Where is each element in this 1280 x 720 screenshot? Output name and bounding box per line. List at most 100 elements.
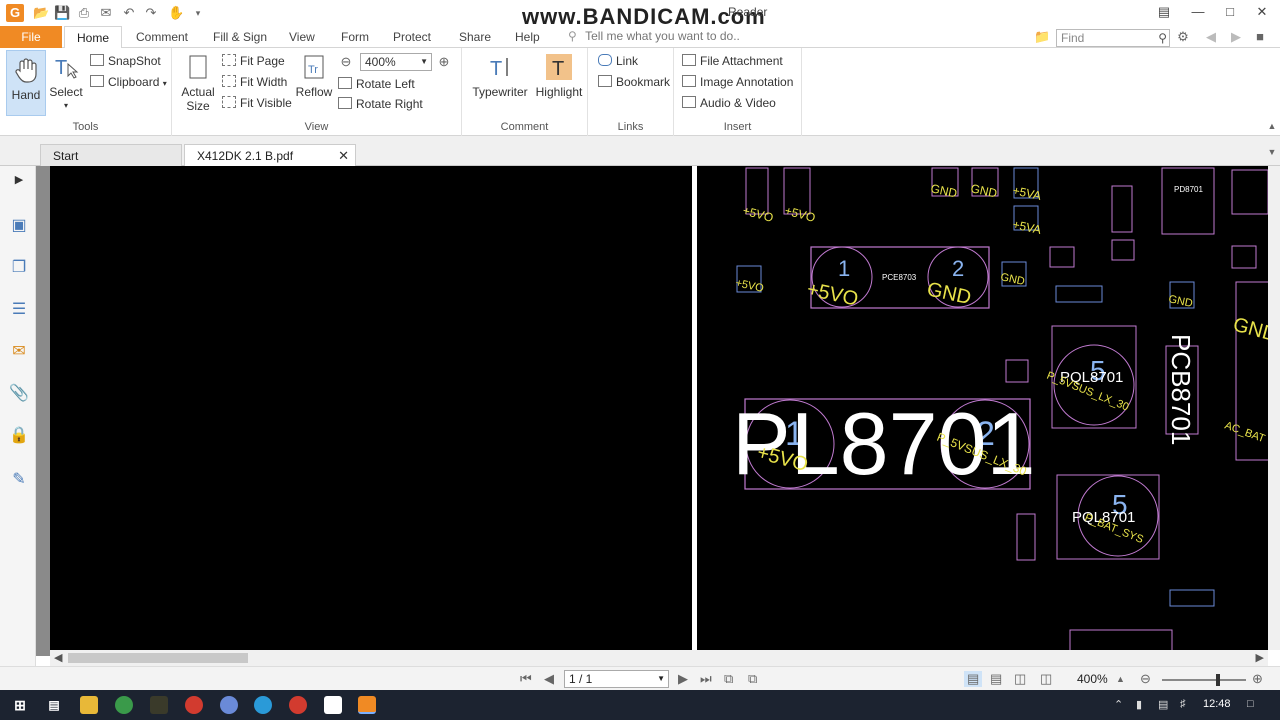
- telegram-icon[interactable]: [254, 696, 272, 714]
- save-icon[interactable]: 💾: [54, 5, 70, 21]
- file-attachment-button[interactable]: File Attachment: [682, 52, 783, 70]
- highlight-button[interactable]: T Highlight: [534, 52, 584, 99]
- account-icon[interactable]: ■: [1252, 29, 1268, 45]
- zoom-in-icon[interactable]: ⊕: [436, 54, 452, 70]
- hand-dropdown-icon[interactable]: ✋: [168, 5, 184, 21]
- clipboard-button[interactable]: Clipboard ▾: [90, 73, 167, 91]
- tab-protect[interactable]: Protect: [393, 26, 431, 48]
- continuous-facing-view-icon[interactable]: ◫: [1040, 671, 1052, 687]
- first-page-icon[interactable]: ⏮: [520, 671, 532, 687]
- windows-start-icon[interactable]: ⊞: [11, 696, 29, 714]
- page-dropdown-icon[interactable]: ▼: [657, 671, 665, 687]
- fit-width-button[interactable]: Fit Width: [222, 73, 287, 91]
- fit-visible-button[interactable]: Fit Visible: [222, 94, 292, 112]
- opera-icon[interactable]: [185, 696, 203, 714]
- find-previous-icon[interactable]: ◀: [1203, 29, 1219, 45]
- email-icon[interactable]: ✉: [98, 5, 114, 21]
- notifications-icon[interactable]: □: [1247, 698, 1254, 710]
- app-icon[interactable]: [220, 696, 238, 714]
- attachments-panel-icon[interactable]: 📎: [9, 384, 29, 404]
- find-next-icon[interactable]: ▶: [1228, 29, 1244, 45]
- tab-start[interactable]: Start: [40, 144, 182, 166]
- redo-icon[interactable]: ↷: [143, 5, 159, 21]
- status-zoom-out-icon[interactable]: ⊖: [1140, 671, 1151, 687]
- pdf-reader-taskbar-icon[interactable]: [358, 696, 376, 714]
- show-hidden-icons-icon[interactable]: ⌃: [1114, 698, 1123, 711]
- zoom-dropdown-icon[interactable]: ▲: [1116, 671, 1125, 687]
- tab-file[interactable]: File: [0, 26, 62, 48]
- tab-form[interactable]: Form: [341, 26, 369, 48]
- select-button[interactable]: T Select ▾: [48, 52, 84, 113]
- app-icon[interactable]: [324, 696, 342, 714]
- volume-icon[interactable]: ♯: [1180, 698, 1186, 710]
- image-annotation-button[interactable]: Image Annotation: [682, 73, 793, 91]
- previous-view-icon[interactable]: ⧉: [724, 671, 733, 687]
- zoom-out-icon[interactable]: ⊖: [338, 54, 354, 70]
- tab-fill-sign[interactable]: Fill & Sign: [213, 26, 267, 48]
- task-view-icon[interactable]: ▤: [45, 696, 63, 714]
- recorder-icon[interactable]: [289, 696, 307, 714]
- previous-page-icon[interactable]: ◀: [544, 671, 554, 687]
- zoom-slider-knob[interactable]: [1216, 674, 1220, 686]
- status-zoom-in-icon[interactable]: ⊕: [1252, 671, 1263, 687]
- snapshot-button[interactable]: SnapShot: [90, 52, 161, 70]
- chrome-icon[interactable]: [115, 696, 133, 714]
- find-folder-icon[interactable]: 📁: [1034, 29, 1050, 45]
- scroll-left-icon[interactable]: ◀: [54, 650, 62, 666]
- zoom-slider[interactable]: [1162, 674, 1246, 686]
- app-logo-icon[interactable]: G: [6, 4, 24, 22]
- tab-list-dropdown-icon[interactable]: ▼: [1264, 144, 1280, 160]
- actual-size-button[interactable]: Actual Size: [178, 52, 218, 113]
- single-page-view-icon[interactable]: ▤: [964, 671, 983, 687]
- panel-splitter[interactable]: [36, 166, 50, 656]
- restore-ribbon-icon[interactable]: ▤: [1148, 2, 1180, 22]
- reflow-button[interactable]: Tr Reflow: [294, 52, 334, 99]
- document-canvas[interactable]: +5VO +5VO GND GND +5VA +5VA PD8701 1 2 P…: [50, 166, 1268, 650]
- open-icon[interactable]: 📂: [33, 5, 49, 21]
- rotate-left-button[interactable]: Rotate Left: [338, 75, 415, 93]
- close-button[interactable]: ✕: [1246, 2, 1278, 22]
- zoom-dropdown-icon[interactable]: ▼: [420, 54, 428, 70]
- signature-panel-icon[interactable]: ✎: [9, 470, 29, 490]
- find-input[interactable]: Find ⚲: [1056, 29, 1170, 47]
- next-view-icon[interactable]: ⧉: [748, 671, 757, 687]
- audio-video-button[interactable]: Audio & Video: [682, 94, 776, 112]
- expand-panel-icon[interactable]: ▶: [9, 170, 29, 190]
- tab-comment[interactable]: Comment: [136, 26, 188, 48]
- typewriter-button[interactable]: T Typewriter: [470, 52, 530, 99]
- page-number-input[interactable]: 1 / 1 ▼: [564, 670, 669, 688]
- bookmark-button[interactable]: Bookmark: [598, 73, 670, 91]
- search-icon[interactable]: ⚲: [1158, 30, 1167, 46]
- tab-share[interactable]: Share: [459, 26, 491, 48]
- zoom-level-input[interactable]: 400% ▼: [360, 53, 432, 71]
- settings-gear-icon[interactable]: ⚙: [1175, 29, 1191, 45]
- tell-me-search[interactable]: ⚲ Tell me what you want to do..: [568, 29, 740, 43]
- close-tab-icon[interactable]: ✕: [338, 148, 349, 164]
- vertical-scrollbar[interactable]: [1268, 166, 1280, 650]
- scroll-right-icon[interactable]: ▶: [1256, 650, 1264, 666]
- layers-panel-icon[interactable]: ☰: [9, 300, 29, 320]
- fit-page-button[interactable]: Fit Page: [222, 52, 285, 70]
- tab-view[interactable]: View: [289, 26, 315, 48]
- comments-panel-icon[interactable]: ✉: [9, 342, 29, 362]
- link-button[interactable]: Link: [598, 52, 638, 70]
- pages-panel-icon[interactable]: ❐: [9, 258, 29, 278]
- app-icon[interactable]: [150, 696, 168, 714]
- network-icon[interactable]: ▤: [1158, 698, 1168, 711]
- maximize-button[interactable]: □: [1214, 2, 1246, 22]
- horizontal-scroll-thumb[interactable]: [68, 653, 248, 663]
- bookmarks-panel-icon[interactable]: ▣: [9, 216, 29, 236]
- taskbar-clock[interactable]: 12:48: [1203, 698, 1231, 710]
- tab-home[interactable]: Home: [64, 26, 123, 49]
- print-icon[interactable]: ⎙: [76, 5, 92, 21]
- hand-button[interactable]: Hand: [6, 50, 46, 116]
- file-explorer-icon[interactable]: [80, 696, 98, 714]
- tab-document[interactable]: X412DK 2.1 B.pdf ✕: [184, 144, 356, 166]
- customize-quick-access-icon[interactable]: ▾: [190, 5, 206, 21]
- next-page-icon[interactable]: ▶: [678, 671, 688, 687]
- minimize-button[interactable]: —: [1182, 2, 1214, 22]
- collapse-ribbon-icon[interactable]: ▲: [1264, 118, 1280, 134]
- usb-icon[interactable]: ▮: [1136, 698, 1142, 711]
- last-page-icon[interactable]: ⏭: [700, 671, 712, 687]
- horizontal-scrollbar[interactable]: ◀ ▶: [50, 650, 1268, 666]
